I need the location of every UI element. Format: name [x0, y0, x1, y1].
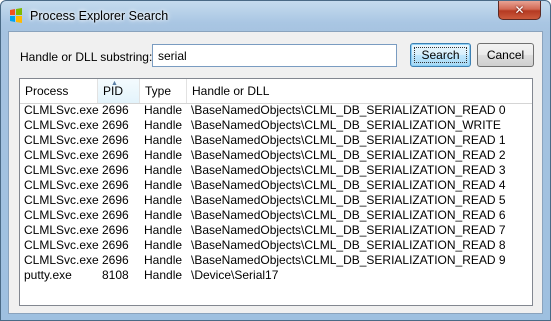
search-button-label: Search	[414, 47, 467, 63]
process-explorer-icon	[10, 8, 22, 23]
pid-cell: 2696	[102, 148, 129, 162]
pid-cell: 8108	[102, 268, 129, 282]
table-row[interactable]: CLMLSvc.exe 2696 Handle \BaseNamedObjects\C…	[20, 208, 532, 223]
handle-cell: \BaseNamedObjects\CLML_DB_SERIALIZATION_…	[191, 103, 506, 117]
type-cell: Handle	[144, 178, 183, 192]
title-bar[interactable]: Process Explorer Search ✕	[1, 1, 550, 31]
table-row[interactable]: CLMLSvc.exe 2696 Handle \BaseNamedObjects\C…	[20, 148, 532, 163]
column-header-pid[interactable]: ▲ PID	[98, 79, 140, 103]
column-header-handle[interactable]: Handle or DLL	[187, 79, 532, 103]
pid-cell: 2696	[102, 223, 129, 237]
close-button[interactable]: ✕	[498, 1, 541, 20]
handle-cell: \BaseNamedObjects\CLML_DB_SERIALIZATION_…	[191, 223, 506, 237]
type-cell: Handle	[144, 268, 183, 282]
pid-cell: 2696	[102, 133, 129, 147]
cancel-button[interactable]: Cancel	[477, 43, 534, 67]
process-cell: CLMLSvc.exe	[24, 253, 99, 267]
type-cell: Handle	[144, 118, 183, 132]
process-cell: CLMLSvc.exe	[24, 148, 99, 162]
pid-cell: 2696	[102, 193, 129, 207]
type-cell: Handle	[144, 238, 183, 252]
table-row[interactable]: CLMLSvc.exe 2696 Handle \BaseNamedObjects\C…	[20, 253, 532, 268]
type-cell: Handle	[144, 133, 183, 147]
process-cell: CLMLSvc.exe	[24, 133, 99, 147]
list-rows: CLMLSvc.exe 2696 Handle \BaseNamedObjects\C…	[20, 103, 532, 283]
table-row[interactable]: CLMLSvc.exe 2696 Handle \BaseNamedObjects\C…	[20, 163, 532, 178]
search-button[interactable]: Search	[410, 43, 471, 67]
handle-cell: \BaseNamedObjects\CLML_DB_SERIALIZATION_…	[191, 253, 506, 267]
list-header: Process ▲ PID Type Handle or DLL	[20, 79, 532, 104]
pid-cell: 2696	[102, 163, 129, 177]
results-list[interactable]: Process ▲ PID Type Handle or DLL CLMLSvc…	[19, 78, 533, 306]
handle-cell: \BaseNamedObjects\CLML_DB_SERIALIZATION_…	[191, 118, 501, 132]
handle-cell: \BaseNamedObjects\CLML_DB_SERIALIZATION_…	[191, 208, 506, 222]
pid-cell: 2696	[102, 208, 129, 222]
handle-cell: \BaseNamedObjects\CLML_DB_SERIALIZATION_…	[191, 133, 506, 147]
process-cell: CLMLSvc.exe	[24, 178, 99, 192]
process-cell: CLMLSvc.exe	[24, 193, 99, 207]
pid-cell: 2696	[102, 103, 129, 117]
type-cell: Handle	[144, 103, 183, 117]
pid-cell: 2696	[102, 118, 129, 132]
process-cell: CLMLSvc.exe	[24, 223, 99, 237]
table-row[interactable]: CLMLSvc.exe 2696 Handle \BaseNamedObjects\C…	[20, 103, 532, 118]
type-cell: Handle	[144, 253, 183, 267]
pid-cell: 2696	[102, 178, 129, 192]
process-cell: CLMLSvc.exe	[24, 163, 99, 177]
type-cell: Handle	[144, 208, 183, 222]
handle-cell: \BaseNamedObjects\CLML_DB_SERIALIZATION_…	[191, 163, 506, 177]
type-cell: Handle	[144, 193, 183, 207]
table-row[interactable]: CLMLSvc.exe 2696 Handle \BaseNamedObjects\C…	[20, 238, 532, 253]
cancel-button-label: Cancel	[486, 48, 525, 62]
window-title: Process Explorer Search	[30, 9, 169, 23]
column-header-process[interactable]: Process	[20, 79, 98, 103]
type-cell: Handle	[144, 148, 183, 162]
process-cell: CLMLSvc.exe	[24, 118, 99, 132]
process-cell: CLMLSvc.exe	[24, 103, 99, 117]
type-cell: Handle	[144, 163, 183, 177]
dialog-body: Handle or DLL substring: Search Cancel P…	[8, 31, 543, 314]
table-row[interactable]: putty.exe 8108 Handle \Device\Serial17	[20, 268, 532, 283]
process-cell: CLMLSvc.exe	[24, 238, 99, 252]
process-cell: putty.exe	[24, 268, 72, 282]
table-row[interactable]: CLMLSvc.exe 2696 Handle \BaseNamedObjects\C…	[20, 133, 532, 148]
handle-cell: \BaseNamedObjects\CLML_DB_SERIALIZATION_…	[191, 148, 506, 162]
pid-cell: 2696	[102, 238, 129, 252]
table-row[interactable]: CLMLSvc.exe 2696 Handle \BaseNamedObjects\C…	[20, 193, 532, 208]
close-icon: ✕	[514, 3, 525, 17]
handle-cell: \BaseNamedObjects\CLML_DB_SERIALIZATION_…	[191, 193, 506, 207]
table-row[interactable]: CLMLSvc.exe 2696 Handle \BaseNamedObjects\C…	[20, 118, 532, 133]
search-label: Handle or DLL substring:	[20, 50, 153, 64]
table-row[interactable]: CLMLSvc.exe 2696 Handle \BaseNamedObjects\C…	[20, 223, 532, 238]
pid-cell: 2696	[102, 253, 129, 267]
type-cell: Handle	[144, 223, 183, 237]
search-dialog: Process Explorer Search ✕ Handle or DLL …	[0, 0, 551, 321]
sort-ascending-icon: ▲	[111, 80, 118, 87]
handle-cell: \BaseNamedObjects\CLML_DB_SERIALIZATION_…	[191, 238, 506, 252]
search-input[interactable]	[152, 44, 397, 67]
column-header-type[interactable]: Type	[140, 79, 187, 103]
table-row[interactable]: CLMLSvc.exe 2696 Handle \BaseNamedObjects\C…	[20, 178, 532, 193]
handle-cell: \BaseNamedObjects\CLML_DB_SERIALIZATION_…	[191, 178, 506, 192]
handle-cell: \Device\Serial17	[191, 268, 279, 282]
process-cell: CLMLSvc.exe	[24, 208, 99, 222]
